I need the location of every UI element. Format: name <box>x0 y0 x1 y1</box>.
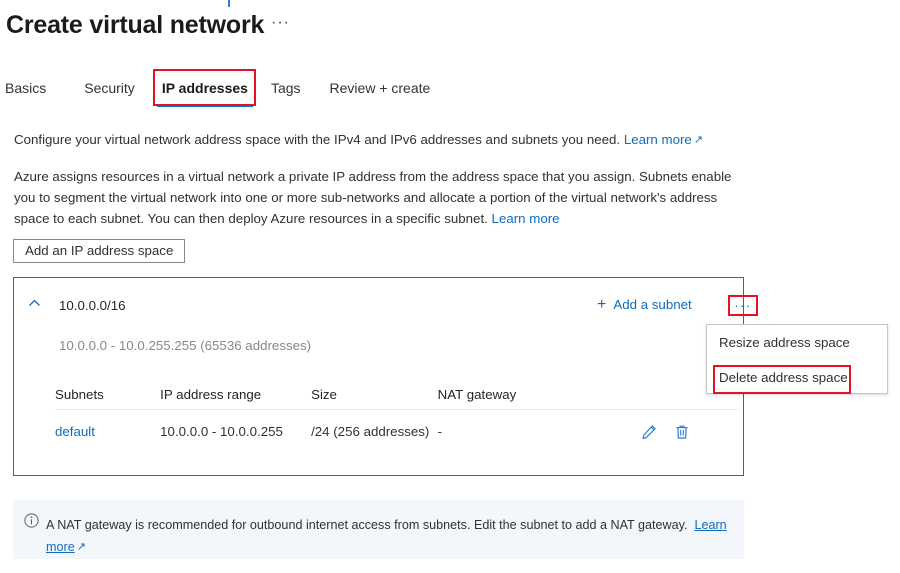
plus-icon: + <box>597 296 607 313</box>
page-title-more-button[interactable]: ··· <box>271 15 290 31</box>
cell-nat-gateway: - <box>437 424 443 439</box>
top-edge-artifact <box>228 0 230 7</box>
tab-tags-label: Tags <box>270 80 301 96</box>
address-space-more-menu-button[interactable]: ··· <box>728 295 758 316</box>
learn-more-link-2[interactable]: Learn more <box>492 211 560 226</box>
pencil-icon[interactable] <box>641 424 657 440</box>
cell-ip-address-range: 10.0.0.0 - 10.0.0.255 <box>160 424 283 439</box>
tab-security-label: Security <box>84 80 135 96</box>
column-header-size: Size <box>311 386 337 402</box>
column-header-nat-gateway: NAT gateway <box>437 386 517 402</box>
subnets-table: Subnets IP address range Size NAT gatewa… <box>55 379 739 453</box>
tab-ip-addresses[interactable]: IP addresses <box>152 69 256 107</box>
description-paragraph-1-text: Configure your virtual network address s… <box>14 132 621 147</box>
table-row: default 10.0.0.0 - 10.0.0.255 /24 (256 a… <box>55 410 739 453</box>
add-a-subnet-label: Add a subnet <box>613 297 692 312</box>
address-space-cidr: 10.0.0.0/16 <box>59 298 126 313</box>
page-title: Create virtual network <box>6 11 265 39</box>
tab-ip-addresses-label: IP addresses <box>161 80 248 96</box>
menu-item-resize-address-space[interactable]: Resize address space <box>707 325 887 360</box>
info-circle-icon <box>24 513 39 528</box>
external-link-icon-banner: ↗ <box>76 541 86 553</box>
tab-tags[interactable]: Tags <box>271 80 301 104</box>
ellipsis-icon: ··· <box>734 297 752 313</box>
description-paragraph-1: Configure your virtual network address s… <box>14 129 774 152</box>
menu-item-delete-address-space-label: Delete address space <box>719 370 848 385</box>
wizard-tabs: Basics Security IP addresses Tags Review… <box>0 69 431 107</box>
external-link-icon-1: ↗ <box>693 134 704 146</box>
add-ip-address-space-button[interactable]: Add an IP address space <box>13 239 186 263</box>
column-header-subnets: Subnets <box>55 386 104 402</box>
menu-item-delete-address-space[interactable]: Delete address space <box>707 360 887 395</box>
tab-basics[interactable]: Basics <box>5 80 46 104</box>
tab-selected-underline <box>156 105 253 107</box>
column-header-ip-address-range: IP address range <box>160 386 262 402</box>
nat-gateway-info-text: A NAT gateway is recommended for outboun… <box>46 514 736 559</box>
address-space-range-summary: 10.0.0.0 - 10.0.255.255 (65536 addresses… <box>59 338 312 353</box>
address-space-context-menu: Resize address space Delete address spac… <box>706 324 888 394</box>
subnets-table-header-row: Subnets IP address range Size NAT gatewa… <box>55 379 739 410</box>
tab-review-create-label: Review + create <box>329 80 431 96</box>
trash-icon[interactable] <box>674 424 690 440</box>
description-paragraph-2-text: Azure assigns resources in a virtual net… <box>14 169 732 226</box>
cell-size: /24 (256 addresses) <box>311 424 430 439</box>
address-space-card: 10.0.0.0/16 10.0.0.0 - 10.0.255.255 (655… <box>13 277 758 476</box>
tab-security[interactable]: Security <box>84 80 135 104</box>
cell-row-actions <box>623 424 739 440</box>
address-space-card-header: 10.0.0.0/16 10.0.0.0 - 10.0.255.255 (655… <box>14 278 758 353</box>
cell-subnet-name: default <box>55 424 160 439</box>
description-paragraph-2: Azure assigns resources in a virtual net… <box>14 166 746 229</box>
nat-gateway-info-message: A NAT gateway is recommended for outboun… <box>46 518 688 532</box>
tab-review-create[interactable]: Review + create <box>330 80 431 104</box>
menu-item-resize-address-space-label: Resize address space <box>719 335 850 350</box>
tab-basics-label: Basics <box>5 80 47 96</box>
add-a-subnet-button[interactable]: + Add a subnet <box>597 296 692 313</box>
learn-more-link-1[interactable]: Learn more <box>624 132 692 147</box>
chevron-up-icon[interactable] <box>28 297 41 310</box>
subnet-name-link[interactable]: default <box>55 424 95 439</box>
